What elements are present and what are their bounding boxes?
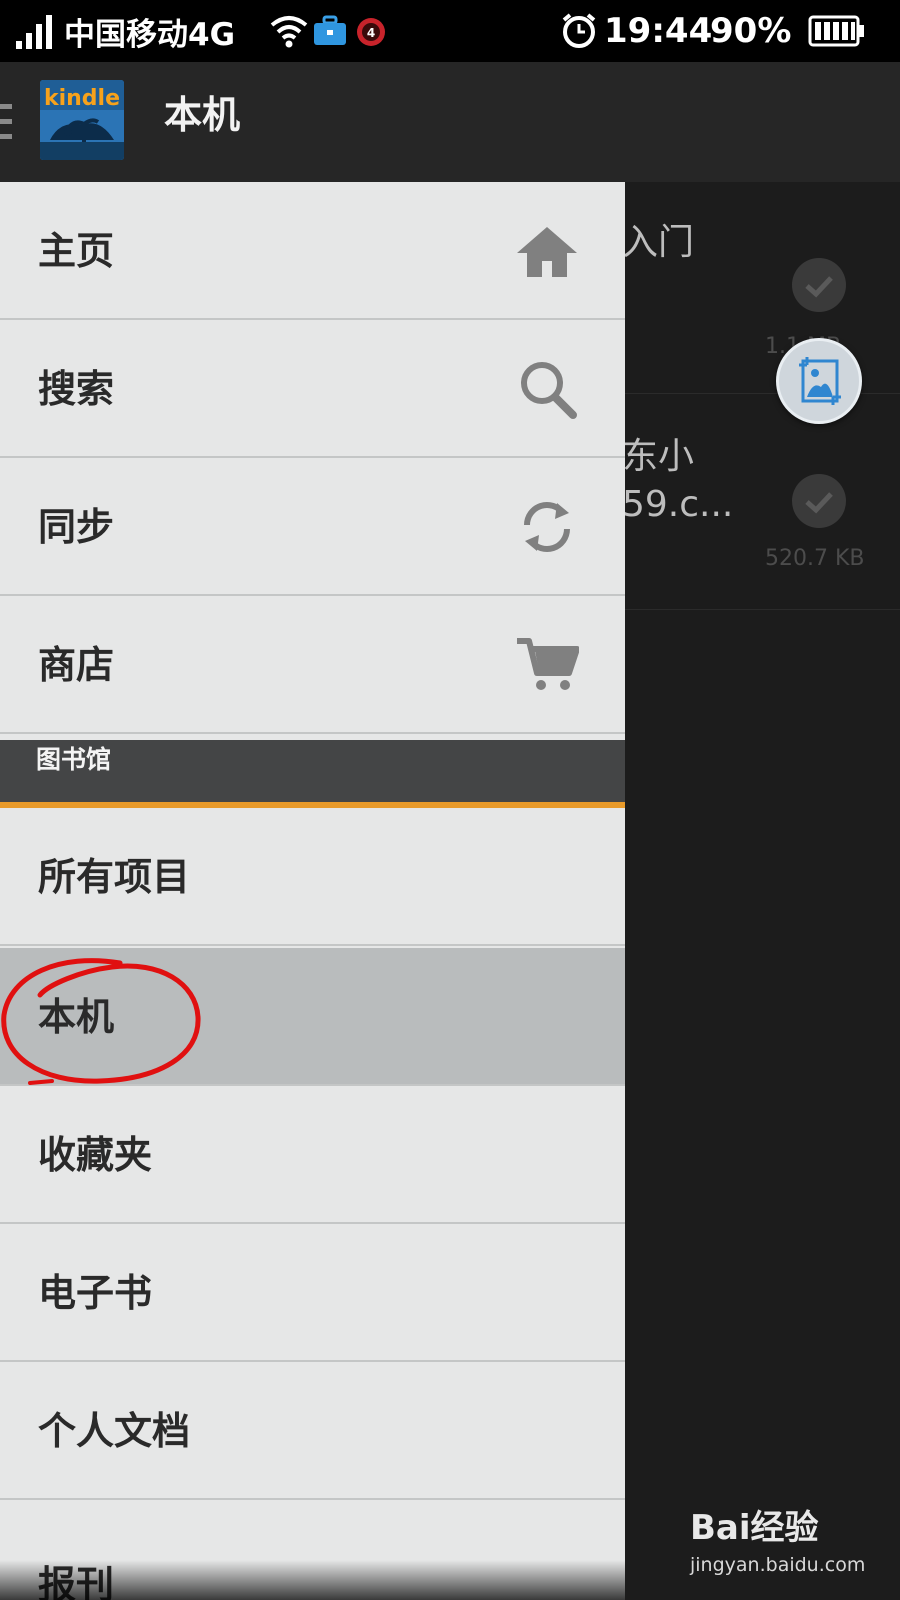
nav-item-label: 同步 (38, 505, 115, 549)
screenshot-icon (799, 357, 841, 405)
watermark-url: jingyan.baidu.com (690, 1554, 866, 1576)
book-title-line2: 59.c... (622, 484, 734, 525)
downloaded-check-icon (792, 258, 846, 312)
red-annotation-circle (1, 958, 201, 1085)
book-size: 520.7 KB (765, 546, 865, 571)
bottom-edge-shadow (0, 1560, 625, 1600)
clock: 19:44 (604, 11, 713, 51)
screenshot-button[interactable] (776, 338, 862, 424)
carrier-label: 中国移动4G (64, 16, 236, 53)
nav-item-search[interactable]: 搜索 (0, 320, 625, 458)
page-title: 本机 (164, 93, 241, 137)
nav-item-label: 主页 (38, 229, 115, 273)
battery-icon (808, 0, 866, 62)
nav-item-favorites[interactable]: 收藏夹 (0, 1086, 625, 1224)
nav-item-label: 电子书 (38, 1271, 153, 1315)
nav-item-store[interactable]: 商店 (0, 596, 625, 734)
nav-item-ebooks[interactable]: 电子书 (0, 1224, 625, 1362)
signal-icon (14, 0, 56, 62)
downloaded-check-icon (792, 474, 846, 528)
sync-icon (524, 502, 570, 552)
notification-badge-count: 4 (367, 26, 375, 40)
nav-item-all-items[interactable]: 所有项目 (0, 808, 625, 946)
wifi-icon (270, 0, 308, 62)
toolbox-icon (312, 0, 348, 62)
book-title-line1: 东小 (622, 436, 695, 477)
alarm-badge-icon: 4 (354, 0, 388, 62)
kindle-logo: kindle (40, 80, 124, 160)
cart-icon (517, 638, 579, 690)
hamburger-icon (0, 104, 12, 139)
section-label: 图书馆 (36, 745, 112, 774)
nav-item-label: 所有项目 (38, 855, 191, 899)
search-icon (521, 362, 577, 419)
book-title: 入门 (622, 222, 695, 263)
kindle-logo-text: kindle (44, 86, 120, 111)
navigation-drawer: 主页 搜索 同步 商店 图书馆 所有项目 本机 收藏夹 电子书 个人文档 (0, 182, 625, 1600)
battery-percent: 90% (710, 11, 792, 51)
alarm-clock-icon (560, 0, 598, 62)
nav-item-personal-docs[interactable]: 个人文档 (0, 1362, 625, 1500)
nav-item-sync[interactable]: 同步 (0, 458, 625, 596)
nav-item-label: 个人文档 (38, 1409, 191, 1453)
library-section-header: 图书馆 (0, 740, 625, 808)
status-bar: 中国移动4G 4 19:44 90% (0, 0, 900, 62)
nav-item-home[interactable]: 主页 (0, 182, 625, 320)
baidu-watermark: Bai经验 jingyan.baidu.com (690, 1500, 880, 1580)
nav-item-label: 搜索 (38, 367, 115, 411)
home-icon (517, 227, 577, 277)
watermark-brand: Bai经验 (690, 1508, 819, 1548)
nav-item-label: 收藏夹 (38, 1133, 153, 1177)
action-bar: kindle 本机 (0, 62, 900, 182)
nav-item-label: 商店 (38, 643, 115, 687)
